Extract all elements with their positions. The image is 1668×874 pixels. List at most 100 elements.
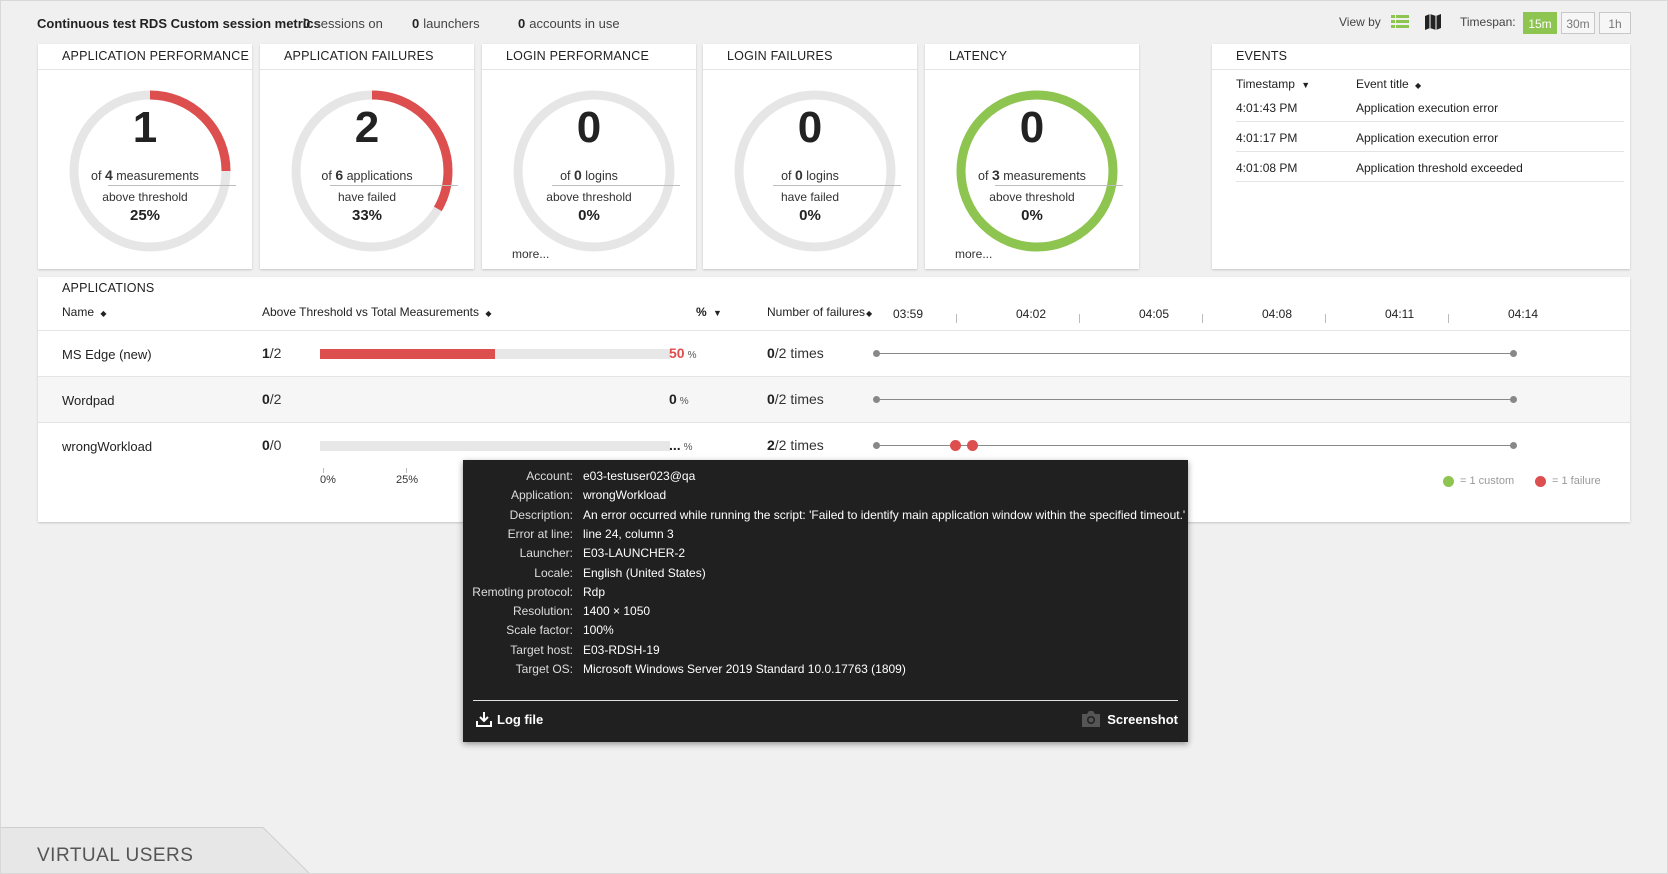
of-label: logins xyxy=(806,169,839,183)
event-timestamp: 4:01:17 PM xyxy=(1236,131,1298,145)
of-count: 3 xyxy=(991,167,1000,183)
list-view-icon[interactable] xyxy=(1391,13,1409,31)
tooltip-value: E03-LAUNCHER-2 xyxy=(583,546,686,561)
tooltip-row: Description: An error occurred while runn… xyxy=(463,506,1188,526)
tooltip-row: Resolution: 1400 × 1050 xyxy=(463,602,1188,622)
gauge-content: 1 of 4 measurements above threshold 25% xyxy=(38,44,252,269)
tooltip-row: Remoting protocol: Rdp xyxy=(463,583,1188,603)
timeline-line xyxy=(876,399,1513,400)
virtual-users-tab[interactable]: VIRTUAL USERS xyxy=(37,845,193,867)
legend-custom-dot xyxy=(1443,476,1454,487)
gauge-description: have failed xyxy=(337,190,397,204)
sessions-count: 0 xyxy=(303,16,311,31)
more-link[interactable]: more... xyxy=(512,247,549,261)
percent-number: 50 xyxy=(669,345,685,361)
application-name: MS Edge (new) xyxy=(62,347,152,362)
sort-icon: ◆ xyxy=(100,309,107,318)
percent-column-header[interactable]: % ▼ xyxy=(696,305,722,319)
map-view-icon[interactable] xyxy=(1424,13,1442,31)
legend-failure-dot xyxy=(1535,476,1546,487)
tooltip-row: Locale: English (United States) xyxy=(463,564,1188,584)
application-row[interactable]: MS Edge (new) 1/2 50% 0/2 times xyxy=(38,330,1630,377)
launchers-stat: 0 launchers xyxy=(412,16,480,31)
timespan-1h-button[interactable]: 1h xyxy=(1599,12,1631,34)
gauge-percent: 0% xyxy=(578,207,600,224)
sort-icon: ◆ xyxy=(1415,81,1422,90)
axis-tick-mark xyxy=(406,468,407,473)
ratio-bar xyxy=(320,349,670,359)
ratio-column-header[interactable]: Above Threshold vs Total Measurements ◆ xyxy=(262,305,492,319)
tooltip-key: Account: xyxy=(526,469,573,483)
timeline-tick-mark xyxy=(1448,314,1449,323)
failure-dot[interactable] xyxy=(949,440,961,451)
metric-card-4: LOGIN FAILURES 0 of 0 logins have failed 0% xyxy=(703,44,917,269)
tooltip-row: Account: e03-testuser023@qa xyxy=(463,467,1188,487)
timeline-tick-mark xyxy=(1079,314,1080,323)
gauge-divider xyxy=(330,185,458,186)
timespan-30m-button[interactable]: 30m xyxy=(1561,12,1595,34)
tooltip-key: Target OS: xyxy=(515,662,573,676)
tooltip-value: 1400 × 1050 xyxy=(583,604,651,619)
timespan-15m-button[interactable]: 15m xyxy=(1523,12,1557,34)
name-column-header[interactable]: Name ◆ xyxy=(62,305,107,319)
failures-header-label: Number of failures xyxy=(767,305,866,319)
legend-failure-label: = 1 failure xyxy=(1552,475,1601,487)
failure-details-tooltip: Account: e03-testuser023@qa Application: wr… xyxy=(463,460,1188,742)
gauge-percent: 33% xyxy=(351,207,383,224)
more-link[interactable]: more... xyxy=(955,247,992,261)
timestamp-header-label: Timestamp xyxy=(1236,77,1295,91)
metric-card-3: LOGIN PERFORMANCE 0 of 0 logins above thres… xyxy=(482,44,696,269)
gauge-of-text: of 0 logins xyxy=(482,167,696,183)
of-count: 4 xyxy=(104,167,113,183)
launchers-label: launchers xyxy=(423,16,480,31)
gauge-of-text: of 4 measurements xyxy=(38,167,252,183)
timeline-tick-label: 04:11 xyxy=(1385,307,1415,321)
failures-column-header[interactable]: Number of failures◆ xyxy=(767,305,872,319)
tooltip-key: Locale: xyxy=(534,565,573,580)
ratio-above: 0 xyxy=(262,437,270,453)
timeline-tick-mark xyxy=(956,314,957,323)
gauge-value: 0 xyxy=(797,103,823,152)
failure-dot[interactable] xyxy=(967,440,979,451)
event-row[interactable]: 4:01:43 PM Application execution error xyxy=(1236,91,1624,122)
percent-value: ...% xyxy=(669,437,693,453)
of-prefix: of xyxy=(781,169,792,183)
log-file-button[interactable]: Log file xyxy=(475,710,543,728)
timestamp-column-header[interactable]: Timestamp ▼ xyxy=(1236,77,1310,91)
timeline-tick-label: 04:14 xyxy=(1508,307,1539,321)
failure-count: 0/2 times xyxy=(767,345,824,361)
percent-header-label: % xyxy=(696,305,707,319)
timeline-tick-label: 04:02 xyxy=(1016,307,1047,321)
failure-number: 0 xyxy=(767,391,775,407)
metric-card-2: APPLICATION FAILURES 2 of 6 applications ha… xyxy=(260,44,474,269)
dashboard-frame: Continuous test RDS Custom session metri… xyxy=(0,0,1668,874)
gauge-percent: 25% xyxy=(129,207,161,224)
of-prefix: of xyxy=(321,169,332,183)
timeline-start-dot xyxy=(873,396,880,403)
screenshot-button[interactable]: Screenshot xyxy=(1081,710,1178,728)
event-title-column-header[interactable]: Event title ◆ xyxy=(1356,77,1421,91)
timeline-tick-label: 04:05 xyxy=(1139,307,1170,321)
tooltip-row: Error at line: line 24, column 3 xyxy=(463,525,1188,545)
event-row[interactable]: 4:01:08 PM Application threshold exceeded xyxy=(1236,151,1624,182)
tooltip-key: Launcher: xyxy=(519,546,573,561)
accounts-label: accounts in use xyxy=(529,16,620,31)
failure-total: /2 times xyxy=(774,345,824,361)
tooltip-key: Scale factor: xyxy=(506,623,573,638)
ratio-total: /2 xyxy=(269,391,282,407)
application-row[interactable]: Wordpad 0/2 0% 0/2 times xyxy=(38,376,1630,423)
event-row[interactable]: 4:01:17 PM Application execution error xyxy=(1236,121,1624,152)
tooltip-key: Target host: xyxy=(510,642,573,657)
tooltip-value: wrongWorkload xyxy=(583,488,667,503)
accounts-stat: 0 accounts in use xyxy=(518,16,620,31)
metric-card-5: LATENCY 0 of 3 measurements above threshold… xyxy=(925,44,1139,269)
gauge-description: above threshold xyxy=(546,190,632,204)
download-icon xyxy=(476,712,492,727)
event-title: Application execution error xyxy=(1356,131,1499,145)
gauge-content: 0 of 3 measurements above threshold 0% xyxy=(925,44,1139,269)
events-card: EVENTS Timestamp ▼ Event title ◆ 4:01:43… xyxy=(1212,44,1630,269)
gauge-content: 0 of 0 logins above threshold 0% xyxy=(482,44,696,269)
axis-tick-25: 25% xyxy=(396,474,419,486)
timeline-tick-label: 03:59 xyxy=(893,307,924,321)
timeline-end-dot xyxy=(1510,442,1517,449)
